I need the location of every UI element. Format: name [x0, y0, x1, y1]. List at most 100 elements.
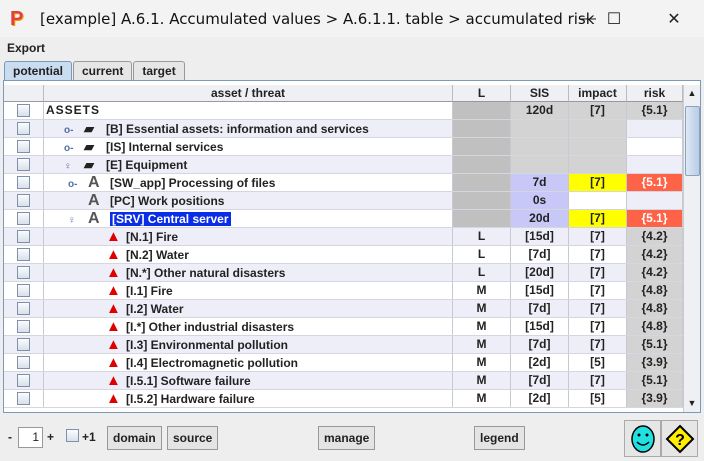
- asset-cell: ▲ [N.2] Water: [44, 246, 453, 263]
- table-row[interactable]: ▲ [I.4] Electromagnetic pollution M [2d] [5]…: [4, 354, 683, 372]
- table-row[interactable]: ▲ [I.*] Other industrial disasters M [15d][…: [4, 318, 683, 336]
- row-checkbox[interactable]: [17, 338, 30, 351]
- row-checkbox[interactable]: [17, 356, 30, 369]
- table-row[interactable]: ▲ [N.1] Fire L [15d] [7] {4.2}: [4, 228, 683, 246]
- tab-target[interactable]: target: [133, 61, 185, 80]
- row-checkbox[interactable]: [17, 320, 30, 333]
- help-diamond-icon: ?: [665, 424, 694, 453]
- likelihood-cell: [453, 138, 511, 155]
- row-label: ASSETS: [46, 103, 101, 117]
- row-checkbox[interactable]: [17, 176, 30, 189]
- tab-potential[interactable]: potential: [4, 61, 72, 80]
- smiley-icon: [630, 424, 655, 453]
- sis-cell: [511, 156, 569, 173]
- tab-current[interactable]: current: [73, 61, 133, 80]
- impact-cell: [7]: [569, 318, 627, 335]
- risk-cell: {5.1}: [627, 102, 683, 119]
- risk-cell: {5.1}: [627, 336, 683, 353]
- row-checkbox[interactable]: [17, 284, 30, 297]
- help-button[interactable]: ?: [661, 420, 698, 457]
- scroll-thumb[interactable]: [685, 106, 700, 176]
- plus1-checkbox[interactable]: [66, 429, 79, 442]
- table-row[interactable]: o- A [SW_app] Processing of files 7d [7] {5.1…: [4, 174, 683, 192]
- maximize-button[interactable]: ☐: [591, 0, 637, 37]
- table-row[interactable]: ▲ [I.2] Water M [7d] [7] {4.8}: [4, 300, 683, 318]
- threat-warning-icon: ▲: [106, 336, 121, 353]
- close-button[interactable]: ✕: [651, 0, 697, 37]
- table-row[interactable]: ▲ [I.1] Fire M [15d] [7] {4.8}: [4, 282, 683, 300]
- header-l[interactable]: L: [453, 85, 511, 102]
- threat-warning-icon: ▲: [106, 372, 121, 389]
- threat-warning-icon: ▲: [106, 390, 121, 407]
- collapsed-node-icon[interactable]: o-: [64, 140, 84, 155]
- table-header: asset / threat L SIS impact risk: [4, 85, 683, 102]
- legend-button[interactable]: legend: [474, 426, 525, 450]
- asset-cell: ▲ [I.4] Electromagnetic pollution: [44, 354, 453, 371]
- asset-cell: ▲ [I.5.2] Hardware failure: [44, 390, 453, 407]
- header-sis[interactable]: SIS: [511, 85, 569, 102]
- row-label: [I.*] Other industrial disasters: [126, 320, 295, 334]
- asset-cell: o- A [SW_app] Processing of files: [44, 174, 453, 191]
- collapsed-node-icon[interactable]: o-: [68, 176, 88, 191]
- row-checkbox-cell: [4, 174, 44, 191]
- menu-export[interactable]: Export: [7, 41, 45, 55]
- header-impact[interactable]: impact: [569, 85, 627, 102]
- level-minus-button[interactable]: -: [8, 430, 12, 444]
- threat-warning-icon: ▲: [106, 354, 121, 371]
- table-row[interactable]: ▲ [N.*] Other natural disasters L [20d] [7]{…: [4, 264, 683, 282]
- impact-cell: [7]: [569, 174, 627, 191]
- row-checkbox-cell: [4, 264, 44, 281]
- table-row[interactable]: o- ▰ [B] Essential assets: information and…: [4, 120, 683, 138]
- sis-cell: [511, 120, 569, 137]
- likelihood-cell: [453, 210, 511, 227]
- asset-cell: o- ▰ [IS] Internal services: [44, 138, 453, 155]
- row-checkbox[interactable]: [17, 158, 30, 171]
- row-checkbox[interactable]: [17, 374, 30, 387]
- collapsed-node-icon[interactable]: o-: [64, 122, 84, 137]
- asset-cell: o- ▰ [B] Essential assets: information and…: [44, 120, 453, 137]
- table-row[interactable]: ♀ A [SRV] Central server 20d [7] {5.1}: [4, 210, 683, 228]
- row-checkbox[interactable]: [17, 194, 30, 207]
- table-row[interactable]: ▲ [N.2] Water L [7d] [7] {4.2}: [4, 246, 683, 264]
- row-label: [N.2] Water: [126, 248, 189, 262]
- scroll-up-icon[interactable]: ▲: [684, 85, 700, 102]
- table-row[interactable]: A [PC] Work positions 0s: [4, 192, 683, 210]
- smiley-button[interactable]: [624, 420, 661, 457]
- source-button[interactable]: source: [167, 426, 219, 450]
- row-checkbox[interactable]: [17, 212, 30, 225]
- row-checkbox[interactable]: [17, 266, 30, 279]
- asset-cell: ♀ A [SRV] Central server: [44, 210, 453, 227]
- row-checkbox[interactable]: [17, 122, 30, 135]
- table-row[interactable]: ASSETS 120d [7] {5.1}: [4, 102, 683, 120]
- sis-cell: 7d: [511, 174, 569, 191]
- vertical-scrollbar[interactable]: ▲ ▼: [683, 85, 700, 412]
- asset-cell: ▲ [N.*] Other natural disasters: [44, 264, 453, 281]
- table-row[interactable]: o- ▰ [IS] Internal services: [4, 138, 683, 156]
- domain-button[interactable]: domain: [107, 426, 162, 450]
- expanded-node-icon[interactable]: ♀: [64, 158, 84, 173]
- asset-cell: ▲ [I.3] Environmental pollution: [44, 336, 453, 353]
- likelihood-cell: L: [453, 228, 511, 245]
- level-input[interactable]: 1: [18, 427, 43, 448]
- expanded-node-icon[interactable]: ♀: [68, 212, 88, 227]
- row-checkbox[interactable]: [17, 302, 30, 315]
- sis-cell: 20d: [511, 210, 569, 227]
- table-row[interactable]: ▲ [I.3] Environmental pollution M [7d] [7] {5…: [4, 336, 683, 354]
- level-plus-button[interactable]: +: [47, 430, 54, 444]
- manage-button[interactable]: manage: [318, 426, 376, 450]
- row-checkbox[interactable]: [17, 248, 30, 261]
- row-checkbox[interactable]: [17, 392, 30, 405]
- impact-cell: [7]: [569, 264, 627, 281]
- table-row[interactable]: ▲ [I.5.2] Hardware failure M [2d] [5] {3.9}: [4, 390, 683, 408]
- asset-icon: A: [88, 174, 100, 191]
- sis-cell: [7d]: [511, 300, 569, 317]
- row-checkbox[interactable]: [17, 140, 30, 153]
- table-row[interactable]: ▲ [I.5.1] Software failure M [7d] [7] {5.1}: [4, 372, 683, 390]
- header-risk[interactable]: risk: [627, 85, 683, 102]
- table-row[interactable]: ♀ ▰ [E] Equipment: [4, 156, 683, 174]
- row-checkbox[interactable]: [17, 230, 30, 243]
- header-asset[interactable]: asset / threat: [44, 85, 453, 102]
- scroll-down-icon[interactable]: ▼: [684, 395, 700, 412]
- impact-cell: [7]: [569, 372, 627, 389]
- row-checkbox[interactable]: [17, 104, 30, 117]
